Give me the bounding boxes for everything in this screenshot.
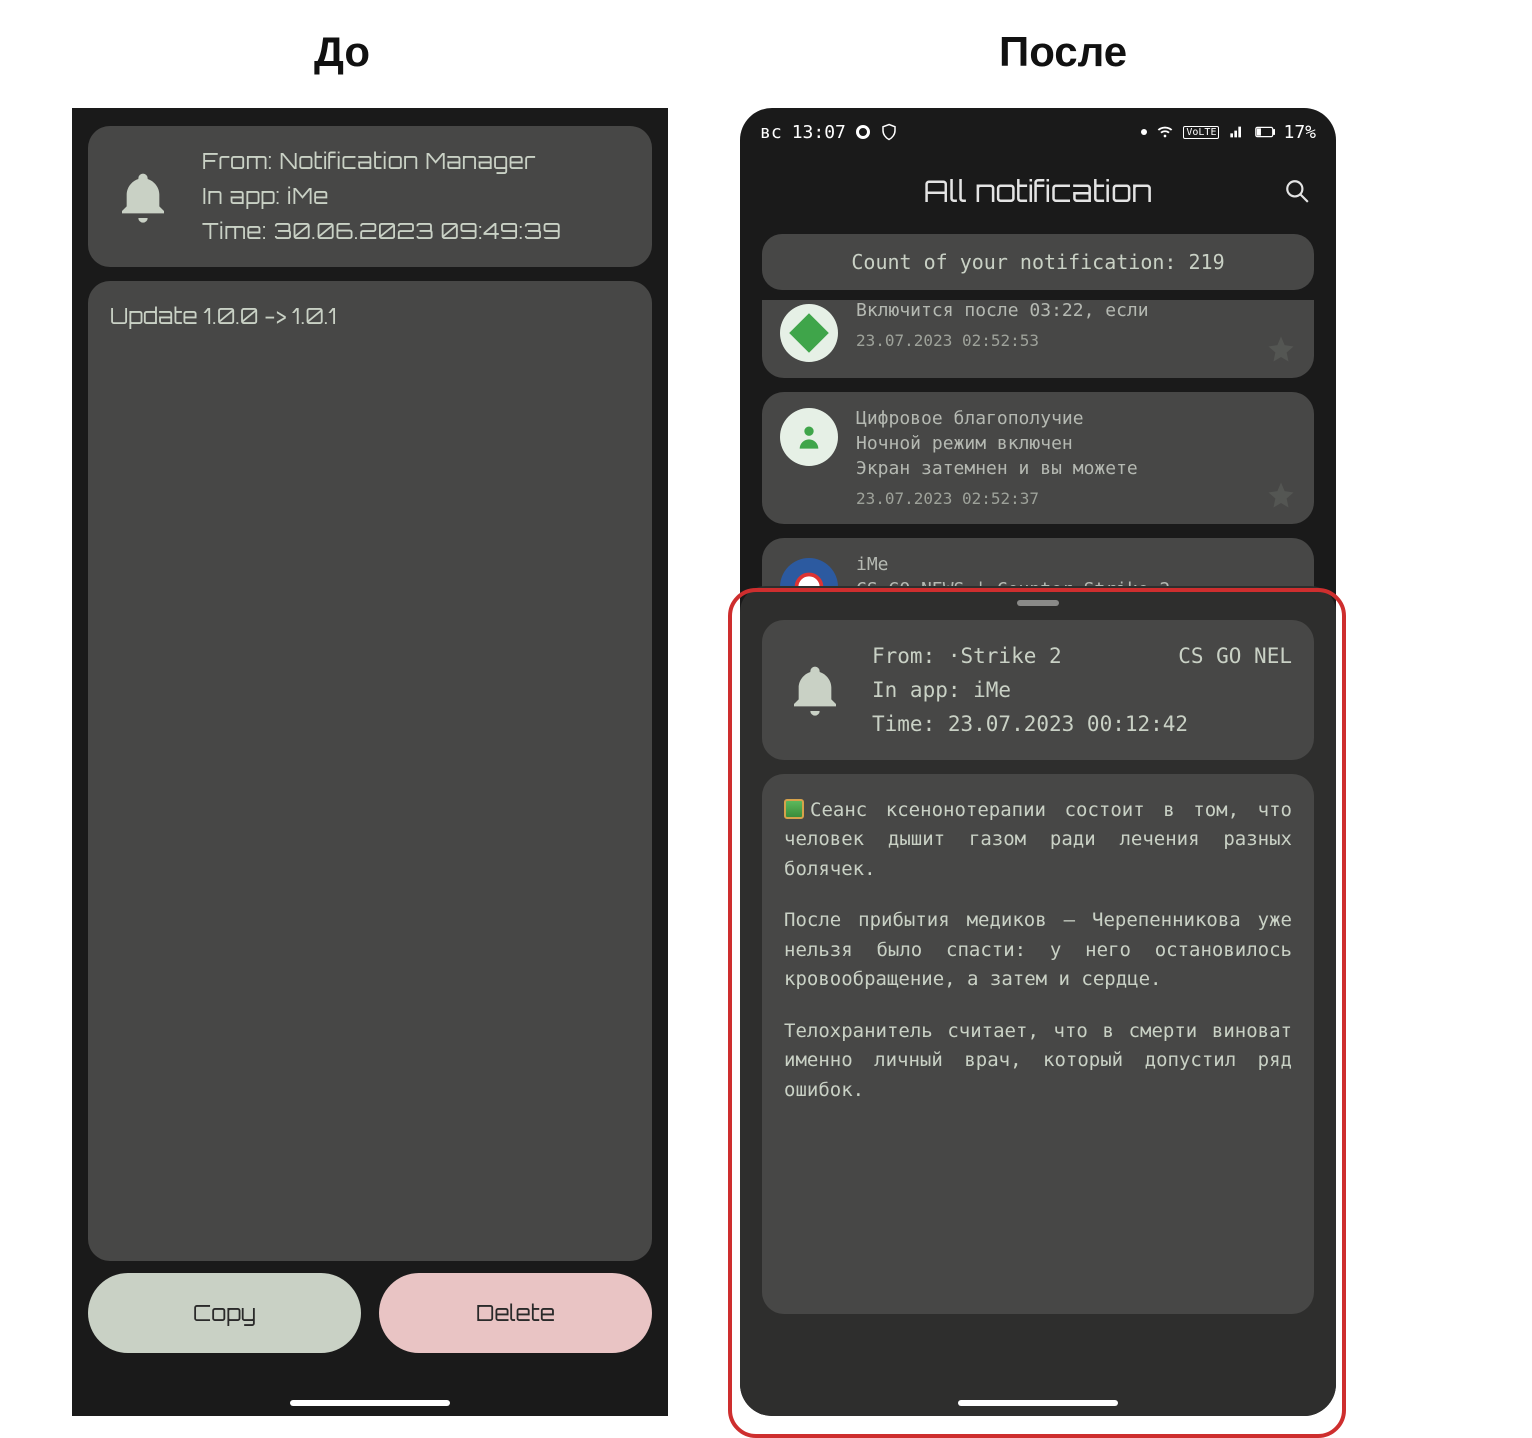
delete-button[interactable]: Delete [379,1273,652,1353]
sheet-body-p3: Телохранитель считает, что в смерти вино… [784,1017,1292,1105]
item-line: Цифровое благополучие [856,408,1296,429]
notification-header-card: From: Notification Manager In app: iMe T… [88,126,652,267]
item-line: iMe [856,554,1296,575]
wifi-icon [1155,124,1175,140]
copy-button[interactable]: Copy [88,1273,361,1353]
status-battery-percent: 17% [1283,122,1316,143]
heading-before: До [314,28,370,76]
item-timestamp: 23.07.2023 02:52:53 [856,331,1296,350]
sheet-grabber[interactable] [1017,600,1059,606]
vpn-shield-icon [880,122,898,142]
notification-meta: From: Notification Manager In app: iMe T… [202,148,561,245]
home-indicator[interactable] [290,1400,450,1406]
app-avatar [780,408,838,466]
meta-from: From: Notification Manager [202,148,561,175]
picture-icon [784,799,804,819]
volte-icon: VoLTE [1183,126,1219,139]
sheet-header-card: From: ·Strike 2 CS GO NEL In app: iMe Ti… [762,620,1314,760]
item-line: Включится после 03:22, если [856,300,1296,321]
battery-icon [1255,124,1275,140]
notification-list-item[interactable]: Цифровое благополучие Ночной режим включ… [762,392,1314,524]
home-indicator[interactable] [958,1400,1118,1406]
heading-after: После [999,28,1127,76]
phone-screenshot-after: вс 13:07 VoLTE 17% All notification Coun… [740,108,1336,1416]
page-title: All notification [924,173,1153,210]
search-icon[interactable] [1284,178,1310,204]
sheet-from-left: From: ·Strike 2 [872,644,1062,668]
notification-count-bar: Count of your notification: 219 [762,234,1314,290]
star-icon[interactable] [1266,480,1296,510]
notification-body-text: Update 1.0.0 -> 1.0.1 [110,303,630,330]
status-time: 13:07 [792,122,846,143]
meta-inapp: In app: iMe [202,183,561,210]
status-day: вс [760,122,782,143]
sheet-body-p1: Сеанс ксенонотерапии состоит в том, что … [784,799,1292,880]
notification-list-item[interactable]: Включится после 03:22, если 23.07.2023 0… [762,300,1314,378]
item-timestamp: 23.07.2023 02:52:37 [856,489,1296,508]
app-avatar [780,304,838,362]
item-line: Экран затемнен и вы можете [856,458,1296,479]
sheet-time: Time: 23.07.2023 00:12:42 [872,712,1292,736]
signal-icon [1227,124,1247,140]
status-recording-icon [856,125,870,139]
bell-icon [112,166,174,228]
sheet-from-right: CS GO NEL [1178,644,1292,668]
meta-time: Time: 30.06.2023 09:49:39 [202,218,561,245]
sheet-body[interactable]: Сеанс ксенонотерапии состоит в том, что … [762,774,1314,1314]
notification-body-panel: Update 1.0.0 -> 1.0.1 [88,281,652,1261]
status-dot-icon [1141,129,1147,135]
app-title-bar: All notification [740,156,1336,226]
notification-detail-sheet: From: ·Strike 2 CS GO NEL In app: iMe Ti… [740,586,1336,1416]
bell-icon [784,659,846,721]
sheet-body-p2: После прибытия медиков — Черепенникова у… [784,906,1292,994]
status-bar: вс 13:07 VoLTE 17% [740,108,1336,156]
sheet-inapp: In app: iMe [872,678,1292,702]
phone-screenshot-before: From: Notification Manager In app: iMe T… [72,108,668,1416]
item-line: Ночной режим включен [856,433,1296,454]
star-icon[interactable] [1266,334,1296,364]
